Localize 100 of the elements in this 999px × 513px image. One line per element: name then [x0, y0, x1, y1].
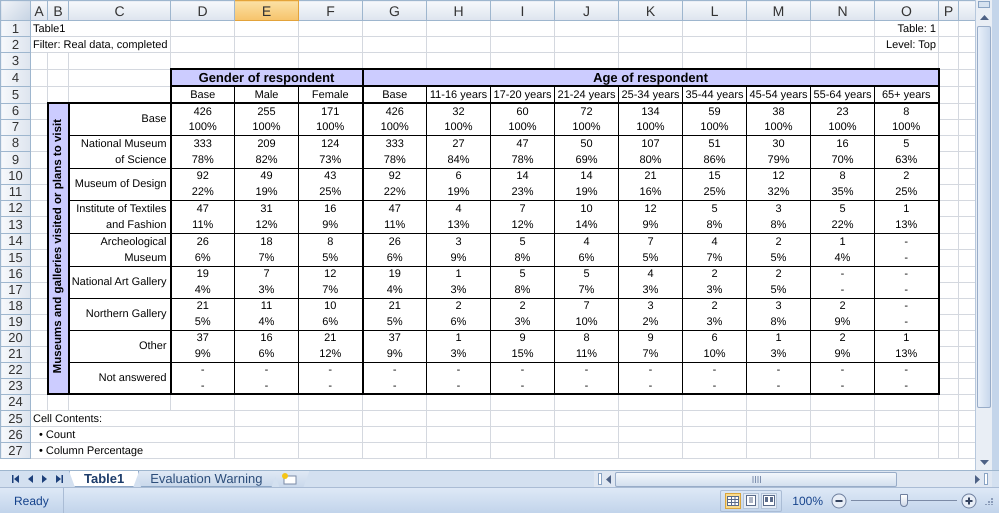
next-sheet-icon[interactable]: [42, 475, 47, 484]
row-header[interactable]: 7: [0, 119, 30, 135]
table-cell: 6%: [194, 252, 211, 264]
table-cell: 35%: [831, 186, 854, 198]
row-header[interactable]: 18: [0, 298, 30, 314]
column-header[interactable]: G: [362, 0, 426, 20]
table-cell: 8: [839, 170, 846, 182]
row-header[interactable]: 4: [0, 69, 30, 86]
table-cell: 333: [194, 138, 212, 150]
table-cell: 79%: [767, 154, 790, 166]
table-cell: 3%: [706, 316, 722, 328]
row-header[interactable]: 14: [0, 233, 30, 250]
row-header[interactable]: 12: [0, 200, 30, 216]
scroll-down-icon[interactable]: [980, 460, 988, 464]
table-cell: -: [648, 380, 652, 392]
row-header[interactable]: 19: [0, 314, 30, 330]
table-cell: 82%: [255, 154, 278, 166]
first-sheet-icon[interactable]: [12, 475, 19, 484]
table-cell: 22%: [192, 186, 214, 198]
row-header[interactable]: 26: [0, 426, 30, 442]
zoom-in-icon[interactable]: [961, 492, 977, 509]
row-header[interactable]: 1: [0, 20, 30, 36]
column-header[interactable]: K: [618, 0, 682, 20]
row-header[interactable]: 27: [0, 442, 30, 458]
table-cell: 6%: [450, 316, 466, 328]
view-button[interactable]: [725, 492, 742, 509]
row-header[interactable]: 5: [0, 86, 30, 103]
split-handle-icon[interactable]: [598, 473, 602, 486]
sheet-tab[interactable]: Evaluation Warning: [135, 471, 278, 488]
table-cell: -: [840, 268, 844, 280]
row-header[interactable]: 25: [0, 410, 30, 426]
table-cell: -: [840, 284, 844, 296]
table-cell: 6: [455, 170, 462, 182]
row-header[interactable]: 21: [0, 346, 30, 362]
split-handle-icon[interactable]: [984, 473, 988, 486]
view-button[interactable]: [761, 492, 778, 509]
row-header[interactable]: 9: [0, 152, 30, 168]
row-header[interactable]: 3: [0, 52, 30, 69]
table-cell: 12: [324, 268, 336, 280]
row-header[interactable]: 15: [0, 250, 30, 266]
view-button[interactable]: [743, 492, 760, 509]
table-cell: 5: [839, 202, 846, 214]
row-label: Base: [141, 113, 166, 126]
column-header[interactable]: D: [170, 0, 234, 20]
row-label: Not answered: [98, 372, 166, 384]
row-header[interactable]: 11: [0, 184, 30, 200]
column-header[interactable]: N: [810, 0, 874, 20]
zoom-slider-thumb[interactable]: [900, 494, 908, 507]
row-header[interactable]: 20: [0, 330, 30, 346]
previous-sheet-icon[interactable]: [28, 475, 33, 484]
table-cell: 47: [388, 202, 401, 214]
table-cell: 9%: [322, 218, 338, 230]
column-header[interactable]: J: [554, 0, 618, 20]
table-cell: 333: [386, 138, 404, 150]
table-cell: 4: [711, 236, 718, 248]
table-cell: 12%: [255, 218, 278, 230]
column-header[interactable]: F: [298, 0, 362, 20]
column-header[interactable]: H: [426, 0, 490, 20]
column-header[interactable]: M: [746, 0, 810, 20]
row-header[interactable]: 22: [0, 362, 30, 378]
row-header[interactable]: 8: [0, 135, 30, 152]
column-header[interactable]: L: [682, 0, 746, 20]
sheet-tab[interactable]: Table1: [69, 471, 140, 488]
row-header[interactable]: 13: [0, 216, 30, 233]
table-header: 45-54 years: [749, 88, 808, 100]
scroll-left-icon[interactable]: [606, 474, 612, 484]
scroll-up-icon[interactable]: [980, 14, 988, 20]
level-text: Level: Top: [886, 38, 936, 50]
scroll-thumb[interactable]: [977, 26, 991, 408]
table-cell: 2: [839, 332, 846, 344]
row-header[interactable]: 17: [0, 282, 30, 298]
table-cell: 100%: [508, 120, 537, 133]
zoom-out-icon[interactable]: [831, 492, 847, 509]
resize-grip-icon[interactable]: [985, 496, 993, 505]
column-header[interactable]: P: [938, 0, 958, 20]
table-cell: 26: [388, 236, 401, 248]
row-header[interactable]: 23: [0, 378, 30, 394]
row-header[interactable]: 2: [0, 36, 30, 52]
column-header[interactable]: B: [48, 0, 68, 20]
column-header[interactable]: O: [874, 0, 938, 20]
row-header[interactable]: 10: [0, 168, 30, 184]
row-header[interactable]: 24: [0, 394, 30, 410]
scroll-right-icon[interactable]: [975, 474, 980, 484]
scroll-thumb[interactable]: [615, 472, 897, 487]
table-cell: 11%: [384, 218, 406, 230]
row-header[interactable]: 6: [0, 103, 30, 119]
table-cell: 134: [641, 106, 660, 118]
table-cell: 9%: [450, 252, 466, 264]
column-header[interactable]: I: [490, 0, 554, 20]
table-cell: 8%: [770, 316, 786, 328]
zoom-level[interactable]: 100%: [782, 494, 831, 508]
split-handle[interactable]: [978, 1, 990, 8]
table-cell: 12%: [319, 348, 342, 360]
last-sheet-icon[interactable]: [56, 475, 63, 484]
table-cell: 43: [324, 170, 336, 182]
column-header[interactable]: C: [68, 0, 170, 20]
row-header[interactable]: 16: [0, 266, 30, 282]
column-header[interactable]: E: [234, 0, 298, 20]
column-header[interactable]: A: [30, 0, 48, 20]
table-cell: -: [904, 252, 908, 264]
